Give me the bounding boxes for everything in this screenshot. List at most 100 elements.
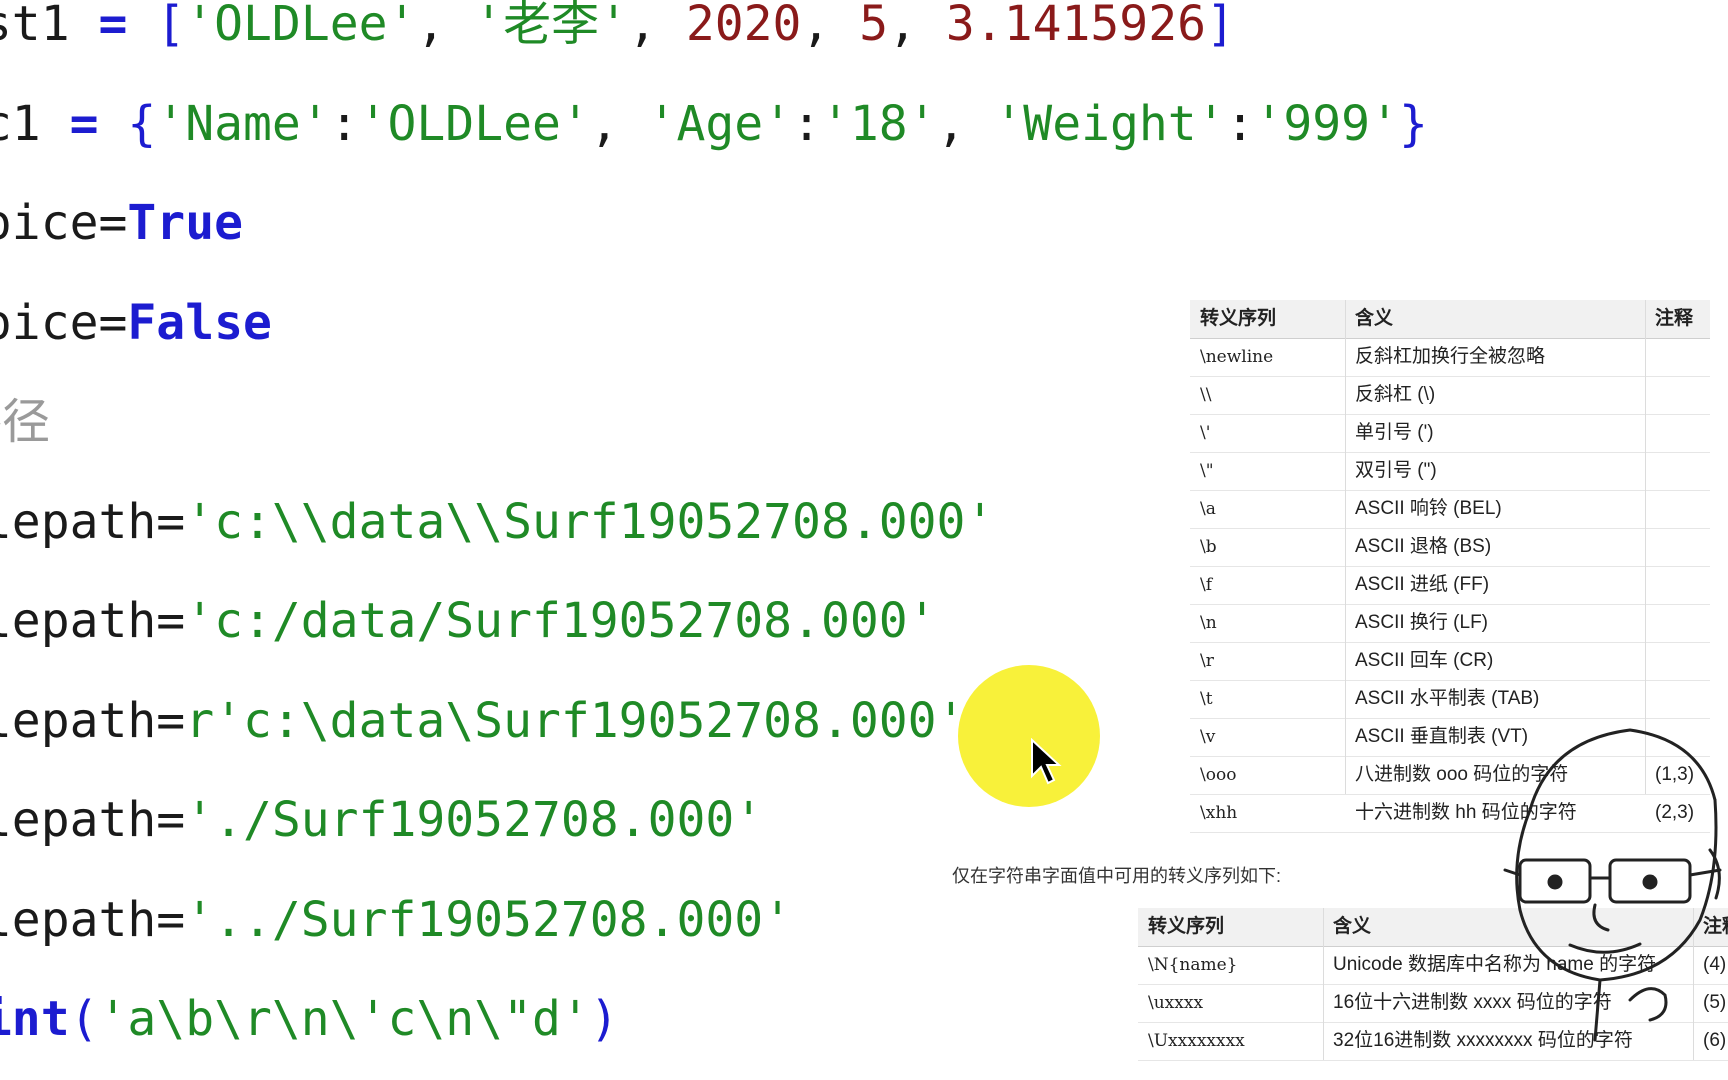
table-cell bbox=[1645, 680, 1720, 718]
table-row: \a ASCII 响铃 (BEL) bbox=[1190, 490, 1710, 529]
code-token: 'c:\\data\\Surf19052708.000' bbox=[185, 493, 995, 550]
code-token: './Surf19052708.000' bbox=[185, 792, 764, 848]
code-token: } bbox=[1398, 95, 1428, 152]
code-token: , bbox=[936, 95, 995, 152]
column-separator bbox=[1323, 908, 1324, 1060]
code-token: ilepath= bbox=[0, 692, 186, 749]
table-cell bbox=[1645, 376, 1720, 414]
table-row: \b ASCII 退格 (BS) bbox=[1190, 528, 1710, 567]
code-token: : bbox=[792, 95, 821, 152]
code-token: ilepath= bbox=[0, 891, 186, 948]
table-cell: 含义 bbox=[1355, 308, 1394, 329]
table-row: \" 双引号 (") bbox=[1190, 452, 1710, 491]
code-token: 3.1415926 bbox=[945, 0, 1206, 52]
table-row: \' 单引号 (') bbox=[1190, 414, 1710, 453]
table-cell: \newline bbox=[1200, 347, 1274, 367]
table-cell: \b bbox=[1200, 537, 1217, 557]
cursor-highlight bbox=[958, 665, 1100, 807]
table-row: \\ 反斜杠 (\) bbox=[1190, 376, 1710, 415]
table-cell: 双引号 (") bbox=[1355, 460, 1437, 481]
table-cell: \" bbox=[1200, 461, 1214, 481]
table-cell: 单引号 (') bbox=[1355, 422, 1434, 443]
code-token: 'OLDLee' bbox=[185, 0, 417, 52]
code-line-path-comment: 路径 bbox=[0, 392, 50, 452]
code-line-filepath-5: ilepath='../Surf19052708.000' bbox=[0, 890, 792, 950]
table-cell: ASCII 回车 (CR) bbox=[1355, 650, 1494, 671]
code-token: ilepath= bbox=[0, 493, 186, 550]
table-cell: \v bbox=[1200, 727, 1216, 747]
table-cell: ASCII 换行 (LF) bbox=[1355, 612, 1489, 633]
code-token: : bbox=[329, 95, 359, 152]
code-token: '老李' bbox=[474, 0, 629, 52]
code-token: rint bbox=[0, 991, 70, 1047]
code-token: ist1 bbox=[0, 0, 70, 52]
code-token: hoice= bbox=[0, 195, 128, 251]
table-cell: \f bbox=[1200, 575, 1213, 595]
table-row: \r ASCII 回车 (CR) bbox=[1190, 642, 1710, 681]
code-line-filepath-4: ilepath='./Surf19052708.000' bbox=[0, 790, 763, 850]
table-cell: ASCII 响铃 (BEL) bbox=[1355, 498, 1502, 519]
cartoon-avatar bbox=[1503, 728, 1722, 1042]
code-token: , bbox=[589, 95, 648, 152]
code-token: , bbox=[628, 0, 686, 52]
code-token: ] bbox=[1206, 0, 1235, 52]
column-separator bbox=[1345, 300, 1346, 794]
code-line-list1: ist1 = ['OLDLee', '老李', 2020, 5, 3.14159… bbox=[0, 0, 1235, 54]
table-cell bbox=[1645, 414, 1720, 452]
table-cell bbox=[1645, 490, 1720, 528]
table-cell: \t bbox=[1200, 689, 1213, 709]
code-token: 'Weight' bbox=[994, 95, 1226, 152]
code-token: : bbox=[1225, 95, 1255, 152]
code-line-choice-true: hoice=True bbox=[0, 193, 243, 253]
code-token: False bbox=[127, 294, 272, 351]
code-token: = bbox=[98, 0, 128, 52]
code-token: 2020 bbox=[685, 0, 802, 52]
table-cell bbox=[1645, 338, 1720, 376]
table-cell bbox=[1645, 642, 1720, 680]
table-cell: \r bbox=[1200, 651, 1214, 671]
code-token: , bbox=[888, 0, 946, 52]
code-line-choice-false: hoice=False bbox=[0, 293, 272, 353]
table-cell: \Uxxxxxxxx bbox=[1148, 1031, 1245, 1051]
code-token: r'c:\data\Surf19052708.000' bbox=[185, 692, 966, 749]
code-token: [ bbox=[156, 0, 186, 52]
table-cell: \\ bbox=[1200, 385, 1212, 405]
code-token: { bbox=[127, 95, 157, 152]
table-cell: 注释 bbox=[1655, 308, 1694, 329]
table-row: \f ASCII 进纸 (FF) bbox=[1190, 566, 1710, 605]
table-cell: 反斜杠加换行全被忽略 bbox=[1355, 346, 1546, 367]
code-token: '../Surf19052708.000' bbox=[185, 891, 793, 948]
table-cell: \xhh bbox=[1200, 803, 1238, 823]
code-token: = bbox=[69, 95, 99, 152]
code-token: 'a\b\r\n\'c\n\"d' bbox=[98, 991, 590, 1047]
code-token: , bbox=[801, 0, 860, 52]
table-cell bbox=[1645, 528, 1720, 566]
table-row: \newline 反斜杠加换行全被忽略 bbox=[1190, 338, 1710, 377]
code-token: hoice= bbox=[0, 294, 128, 351]
escape-note: 仅在字符串字面值中可用的转义序列如下: bbox=[952, 866, 1281, 886]
table-cell: ASCII 退格 (BS) bbox=[1355, 536, 1492, 557]
code-token: 路径 bbox=[0, 394, 51, 450]
code-line-print: rint('a\b\r\n\'c\n\"d') bbox=[0, 989, 619, 1049]
table-cell: 转义序列 bbox=[1148, 916, 1225, 937]
table-cell: ASCII 水平制表 (TAB) bbox=[1355, 688, 1540, 709]
code-token: ilepath= bbox=[0, 792, 186, 848]
code-token: ilepath= bbox=[0, 593, 186, 649]
code-token: 'Age' bbox=[647, 95, 793, 152]
code-token: 'c:/data/Surf19052708.000' bbox=[185, 593, 937, 649]
table-cell: 反斜杠 (\) bbox=[1355, 384, 1436, 405]
code-token: ) bbox=[589, 991, 619, 1047]
table-cell bbox=[1645, 566, 1720, 604]
code-line-dic1: ic1 = {'Name':'OLDLee', 'Age':'18', 'Wei… bbox=[0, 94, 1428, 154]
code-line-filepath-3: ilepath=r'c:\data\Surf19052708.000' bbox=[0, 691, 965, 751]
table-row: \n ASCII 换行 (LF) bbox=[1190, 604, 1710, 643]
table-cell bbox=[1645, 452, 1720, 490]
code-line-filepath-2: ilepath='c:/data/Surf19052708.000' bbox=[0, 591, 937, 651]
table-cell: \uxxxx bbox=[1148, 993, 1204, 1013]
table-cell: \' bbox=[1200, 423, 1211, 443]
code-line-filepath-1: ilepath='c:\\data\\Surf19052708.000' bbox=[0, 492, 994, 552]
code-token: 'OLDLee' bbox=[358, 95, 590, 152]
table-header-row: 转义序列 含义 注释 bbox=[1190, 300, 1710, 339]
